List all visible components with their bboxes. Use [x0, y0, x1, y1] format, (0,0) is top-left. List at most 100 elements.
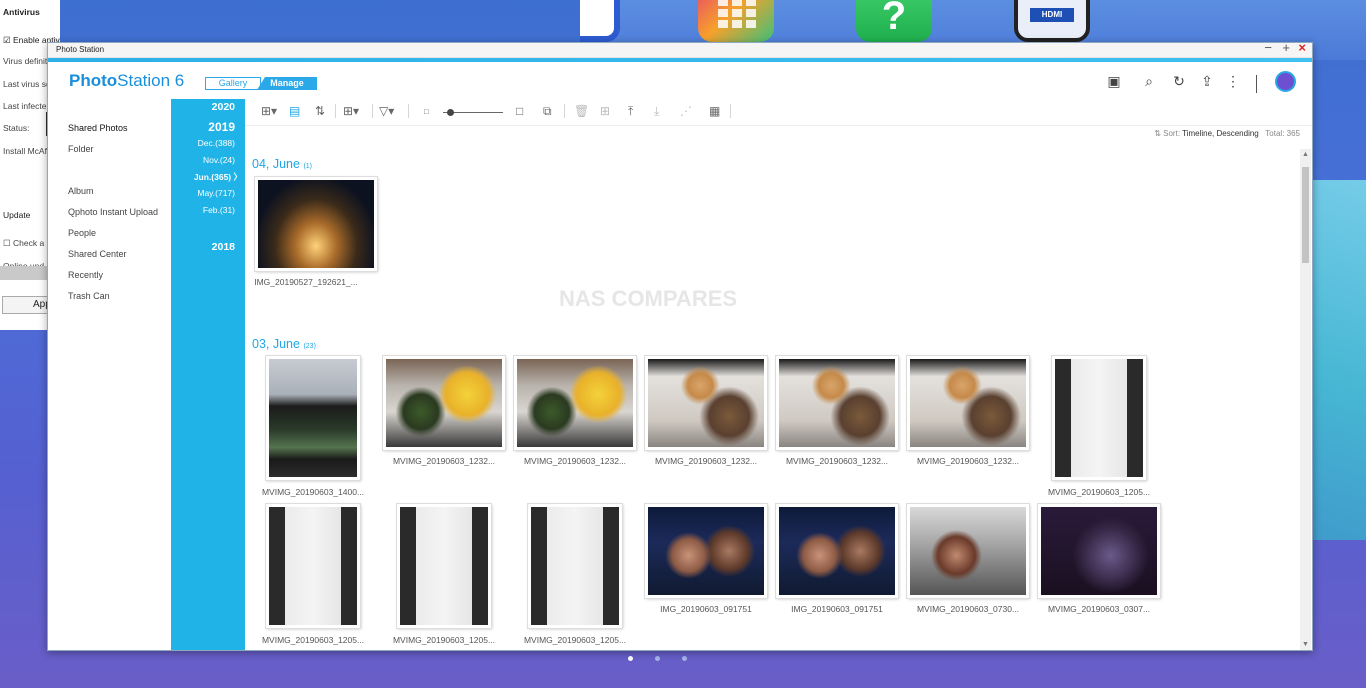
timeline-month-nov[interactable]: Nov.(24): [203, 155, 235, 165]
photo-caption: MVIMG_20190603_0307...: [1047, 604, 1151, 614]
sidebar-item-shared-photos[interactable]: Shared Photos: [68, 123, 128, 133]
add-to-album-icon[interactable]: ⊞: [600, 104, 610, 118]
photo-caption: MVIMG_20190603_1232...: [785, 456, 889, 466]
scroll-down-icon[interactable]: ▼: [1302, 641, 1309, 648]
install-label: Install McAf: [3, 146, 47, 156]
add-icon[interactable]: ⊞▾: [343, 104, 359, 118]
photo-caption: MVIMG_20190603_1205...: [1047, 487, 1151, 497]
share-icon[interactable]: ⋰: [680, 104, 692, 118]
window-titlebar[interactable]: Photo Station − + ×: [48, 41, 1312, 58]
media-viewer-icon[interactable]: ▣: [1106, 73, 1122, 89]
copy-icon[interactable]: ⧉: [543, 104, 552, 119]
hdmi-icon[interactable]: HDMI: [1014, 0, 1090, 42]
photo-thumbnail[interactable]: [528, 504, 622, 628]
antivirus-heading: Antivirus: [3, 7, 40, 17]
date-group-heading: 03, June (23): [252, 337, 316, 351]
qrcode-icon[interactable]: ▦: [709, 104, 720, 118]
sort-icon[interactable]: ⇅: [315, 104, 325, 118]
photo-caption: MVIMG_20190603_1232...: [654, 456, 758, 466]
toolbar-divider: [564, 104, 565, 118]
sidebar-item-shared-center[interactable]: Shared Center: [68, 249, 127, 259]
slider-handle[interactable]: [447, 109, 454, 116]
app-logo: PhotoStation 6: [69, 71, 185, 90]
photo-thumbnail[interactable]: [907, 356, 1029, 450]
timeline-month-dec[interactable]: Dec.(388): [198, 138, 235, 148]
photo-thumbnail[interactable]: [907, 504, 1029, 598]
photo-thumbnail[interactable]: [255, 177, 377, 271]
toolbar: ⊞▾ ▤ ⇅ ⊞▾ ▽▾ □ □ ⧉ 🗑 ⊞ ⤒ ⤓ ⋰ ▦: [245, 99, 1312, 126]
photo-thumbnail[interactable]: [383, 356, 505, 450]
app-center-icon[interactable]: [698, 0, 774, 42]
filter-icon[interactable]: ▽▾: [379, 104, 394, 118]
search-icon[interactable]: ⌕: [1141, 73, 1157, 89]
photo-thumbnail[interactable]: [266, 356, 360, 480]
sort-status[interactable]: ⇅ Sort: Timeline, Descending Total: 365: [1154, 129, 1300, 138]
timeline-month-jun[interactable]: Jun.(365) 〉: [194, 171, 242, 183]
more-icon[interactable]: ⋮: [1225, 73, 1241, 89]
toolbar-divider: [335, 104, 336, 118]
avatar[interactable]: [1275, 71, 1296, 92]
maximize-button[interactable]: +: [1282, 41, 1290, 55]
desktop-pager[interactable]: [628, 656, 687, 661]
photo-caption: MVIMG_20190603_1205...: [523, 635, 627, 645]
photo-thumbnail[interactable]: [1052, 356, 1146, 480]
timeline-month-feb[interactable]: Feb.(31): [203, 205, 235, 215]
photo-thumbnail[interactable]: [645, 356, 767, 450]
app-header: PhotoStation 6 Gallery Manage ▣ ⌕ ↻ ⇪ ⋮: [48, 62, 1312, 98]
refresh-icon[interactable]: ↻: [1171, 73, 1187, 89]
app-body: Shared Photos Folder Album Qphoto Instan…: [48, 99, 1312, 650]
sidebar-item-trash[interactable]: Trash Can: [68, 291, 110, 301]
photo-caption: IMG_20190603_091751: [791, 604, 883, 614]
gallery-mode-button[interactable]: Gallery: [205, 77, 261, 90]
toolbar-divider: [372, 104, 373, 118]
sidebar-item-qphoto[interactable]: Qphoto Instant Upload: [68, 207, 158, 217]
last-scan-label: Last virus sc: [3, 79, 51, 89]
timeline-month-may[interactable]: May.(717): [197, 188, 235, 198]
mode-switch[interactable]: Gallery Manage: [205, 77, 317, 90]
timeline-panel: 2020 2019 Dec.(388) Nov.(24) Jun.(365) 〉…: [171, 99, 245, 650]
pager-dot[interactable]: [628, 656, 633, 661]
timeline-year-2020[interactable]: 2020: [212, 101, 235, 113]
timeline-year-2019[interactable]: 2019: [208, 120, 235, 134]
upload-to-icon[interactable]: ⤒: [628, 104, 633, 119]
photo-station-window: Photo Station − + × PhotoStation 6 Galle…: [47, 41, 1313, 651]
sidebar-item-people[interactable]: People: [68, 228, 96, 238]
close-button[interactable]: ×: [1298, 41, 1306, 55]
sidebar-item-recently[interactable]: Recently: [68, 270, 103, 280]
photo-thumbnail[interactable]: [266, 504, 360, 628]
delete-icon[interactable]: 🗑: [574, 104, 589, 118]
timeline-year-2018[interactable]: 2018: [212, 241, 235, 253]
photo-thumbnail[interactable]: [776, 356, 898, 450]
photo-caption: MVIMG_20190603_1232...: [392, 456, 496, 466]
view-mode-icon[interactable]: ⊞▾: [261, 104, 277, 118]
large-size-icon[interactable]: □: [516, 104, 523, 118]
download-icon[interactable]: ⤓: [654, 104, 659, 119]
pager-dot[interactable]: [655, 656, 660, 661]
manage-mode-button[interactable]: Manage: [257, 77, 317, 90]
photo-thumbnail[interactable]: [1038, 504, 1160, 598]
sidebar: Shared Photos Folder Album Qphoto Instan…: [48, 99, 171, 650]
photo-caption: MVIMG_20190603_1205...: [261, 635, 365, 645]
vertical-scrollbar[interactable]: ▲ ▼: [1300, 149, 1311, 650]
scrollbar-thumb[interactable]: [1302, 167, 1309, 263]
small-size-icon[interactable]: □: [424, 107, 429, 116]
sidebar-item-folder[interactable]: Folder: [68, 144, 94, 154]
sidebar-item-album[interactable]: Album: [68, 186, 94, 196]
upload-icon[interactable]: ⇪: [1199, 73, 1215, 89]
help-center-icon[interactable]: ?: [856, 0, 932, 42]
thumbnail-size-slider[interactable]: [443, 109, 503, 116]
last-infected-label: Last infecte: [3, 101, 47, 111]
pager-dot[interactable]: [682, 656, 687, 661]
photo-thumbnail[interactable]: [776, 504, 898, 598]
photo-thumbnail[interactable]: [397, 504, 491, 628]
photo-caption: MVIMG_20190603_1205...: [392, 635, 496, 645]
photo-caption: MVIMG_20190603_1400...: [261, 487, 365, 497]
file-info-icon[interactable]: ▤: [289, 104, 300, 118]
check-update-checkbox[interactable]: ☐ Check a: [3, 238, 44, 249]
photo-thumbnail[interactable]: [514, 356, 636, 450]
dock-app-icon[interactable]: [580, 0, 620, 42]
minimize-button[interactable]: −: [1264, 41, 1272, 55]
header-divider: [1256, 75, 1257, 93]
scroll-up-icon[interactable]: ▲: [1302, 151, 1309, 158]
photo-thumbnail[interactable]: [645, 504, 767, 598]
